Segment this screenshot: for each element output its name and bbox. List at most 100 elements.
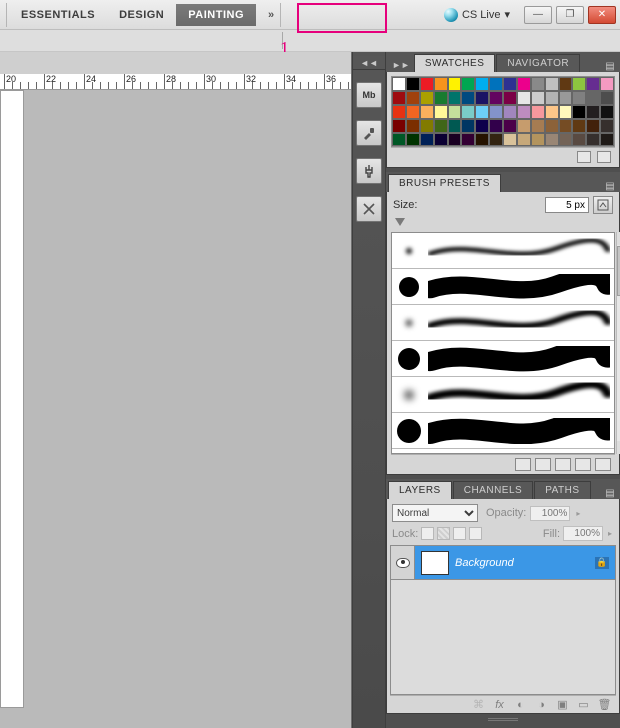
restore-button[interactable]: ❐ <box>556 6 584 24</box>
panel-resize-grip[interactable] <box>386 714 620 724</box>
tab-navigator[interactable]: NAVIGATOR <box>496 54 580 72</box>
workspace-more-icon[interactable]: » <box>264 5 278 25</box>
swatch[interactable] <box>461 91 475 105</box>
swatch[interactable] <box>545 91 559 105</box>
swatch[interactable] <box>434 133 448 147</box>
tab-paths[interactable]: PATHS <box>534 481 590 499</box>
swatch[interactable] <box>600 77 614 91</box>
brush-scrollbar[interactable]: ▲ ▼ <box>616 232 620 454</box>
swatch[interactable] <box>586 91 600 105</box>
swatch[interactable] <box>420 105 434 119</box>
adjustment-layer-icon[interactable]: ◑ <box>534 699 549 711</box>
swatch[interactable] <box>392 91 406 105</box>
collapse-panel-icon[interactable]: ►► <box>388 58 414 72</box>
swatch[interactable] <box>406 105 420 119</box>
horizontal-ruler[interactable]: 202224262830323436 <box>0 74 351 90</box>
swatch[interactable] <box>531 119 545 133</box>
lock-transparency-icon[interactable] <box>421 527 434 540</box>
swatch[interactable] <box>434 91 448 105</box>
layer-row-background[interactable]: Background 🔒 <box>391 546 615 580</box>
slider-thumb-icon[interactable] <box>395 218 405 226</box>
brush-preset-list[interactable] <box>391 232 615 454</box>
new-swatch-icon[interactable] <box>577 151 591 163</box>
swatch[interactable] <box>600 133 614 147</box>
swatch[interactable] <box>420 133 434 147</box>
swatch[interactable] <box>392 119 406 133</box>
document-canvas[interactable] <box>0 90 24 708</box>
swatch[interactable] <box>448 133 462 147</box>
brush-save-icon[interactable] <box>535 458 551 471</box>
swatch[interactable] <box>406 77 420 91</box>
swatch[interactable] <box>434 77 448 91</box>
swatch[interactable] <box>572 119 586 133</box>
brush-preset-icon[interactable] <box>555 458 571 471</box>
brush-size-input[interactable] <box>545 197 589 213</box>
layers-panel-menu-icon[interactable]: ▤ <box>602 488 618 499</box>
swatch[interactable] <box>461 77 475 91</box>
swatch[interactable] <box>489 119 503 133</box>
swatch[interactable] <box>586 77 600 91</box>
swatch[interactable] <box>448 91 462 105</box>
swatch[interactable] <box>572 105 586 119</box>
swatch[interactable] <box>503 119 517 133</box>
workspace-tab-essentials[interactable]: ESSENTIALS <box>9 4 107 26</box>
swatch[interactable] <box>406 119 420 133</box>
swatch[interactable] <box>503 77 517 91</box>
device-icon[interactable] <box>356 158 382 184</box>
swatch[interactable] <box>448 77 462 91</box>
swatch[interactable] <box>420 77 434 91</box>
swatch[interactable] <box>489 77 503 91</box>
swatch[interactable] <box>503 105 517 119</box>
brush-settings-icon[interactable] <box>356 120 382 146</box>
close-button[interactable]: ✕ <box>588 6 616 24</box>
swatch[interactable] <box>503 133 517 147</box>
swatch[interactable] <box>531 105 545 119</box>
tool-presets-icon[interactable] <box>356 196 382 222</box>
swatch[interactable] <box>475 133 489 147</box>
swatch[interactable] <box>531 91 545 105</box>
swatch[interactable] <box>586 119 600 133</box>
tab-channels[interactable]: CHANNELS <box>453 481 533 499</box>
swatch[interactable] <box>448 119 462 133</box>
fill-flyout-icon[interactable]: ▸ <box>606 529 614 538</box>
swatch[interactable] <box>559 105 573 119</box>
brush-preset-item[interactable] <box>392 305 614 341</box>
brush-panel-toggle-icon[interactable] <box>593 196 613 214</box>
swatch[interactable] <box>600 91 614 105</box>
minimize-button[interactable]: — <box>524 6 552 24</box>
workspace-tab-design[interactable]: DESIGN <box>107 4 176 26</box>
swatch[interactable] <box>559 91 573 105</box>
brush-preset-item[interactable] <box>392 413 614 449</box>
swatch[interactable] <box>475 91 489 105</box>
swatch[interactable] <box>572 133 586 147</box>
swatch[interactable] <box>517 91 531 105</box>
swatch[interactable] <box>489 133 503 147</box>
brush-delete-icon[interactable] <box>595 458 611 471</box>
swatches-panel-menu-icon[interactable]: ▤ <box>602 61 618 72</box>
swatch[interactable] <box>489 105 503 119</box>
cs-live-button[interactable]: CS Live ▾ <box>438 4 516 26</box>
new-layer-icon[interactable]: ▭ <box>576 699 591 711</box>
swatch[interactable] <box>531 77 545 91</box>
opacity-value[interactable]: 100% <box>530 506 570 521</box>
blend-mode-select[interactable]: Normal <box>392 504 478 522</box>
brush-preset-item[interactable] <box>392 377 614 413</box>
swatch[interactable] <box>475 105 489 119</box>
layer-thumbnail[interactable] <box>421 551 449 575</box>
swatch[interactable] <box>503 91 517 105</box>
swatch[interactable] <box>448 105 462 119</box>
swatch[interactable] <box>392 77 406 91</box>
layer-mask-icon[interactable]: ◐ <box>513 699 528 711</box>
workspace-tab-painting[interactable]: PAINTING <box>176 4 256 26</box>
swatch[interactable] <box>586 133 600 147</box>
swatch[interactable] <box>545 77 559 91</box>
swatch[interactable] <box>517 133 531 147</box>
swatch[interactable] <box>406 133 420 147</box>
swatch[interactable] <box>406 91 420 105</box>
tab-brush-presets[interactable]: BRUSH PRESETS <box>388 174 501 192</box>
link-layers-icon[interactable]: ⌘ <box>471 699 486 711</box>
layer-name[interactable]: Background <box>455 557 595 569</box>
swatch[interactable] <box>489 91 503 105</box>
lock-all-icon[interactable] <box>469 527 482 540</box>
delete-swatch-icon[interactable] <box>597 151 611 163</box>
